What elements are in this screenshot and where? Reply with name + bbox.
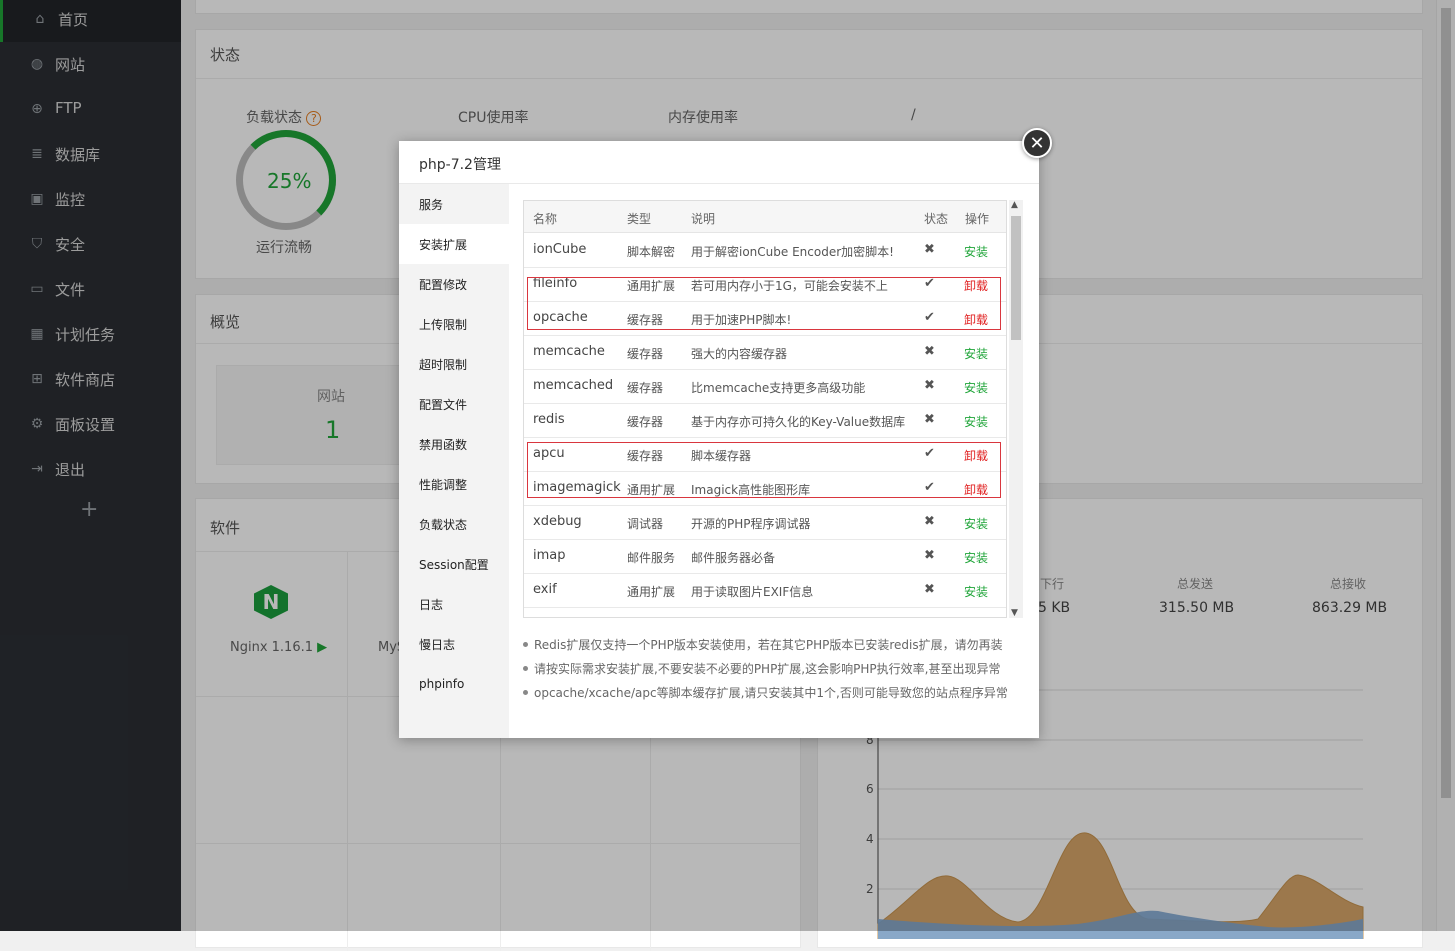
- ext-name: xdebug: [533, 514, 582, 529]
- header-type: 类型: [627, 212, 652, 226]
- note-item: 请按实际需求安装扩展,不要安装不必要的PHP扩展,这会影响PHP执行效率,甚至出…: [523, 660, 1000, 677]
- ext-type: 脚本解密: [627, 245, 676, 259]
- install-button[interactable]: 安装: [964, 583, 988, 600]
- ext-type: 通用扩展: [627, 585, 676, 599]
- menu-item-upload-limit[interactable]: 上传限制: [399, 304, 509, 344]
- menu-item-phpinfo[interactable]: phpinfo: [399, 664, 509, 704]
- cross-icon: ✖: [924, 378, 935, 393]
- menu-item-extensions[interactable]: 安装扩展: [399, 224, 509, 264]
- ext-name: exif: [533, 582, 557, 597]
- install-button[interactable]: 安装: [964, 515, 988, 532]
- menu-item-timeout-limit[interactable]: 超时限制: [399, 344, 509, 384]
- highlight-box: [527, 442, 1001, 498]
- menu-item-session[interactable]: Session配置: [399, 544, 509, 584]
- header-desc: 说明: [691, 212, 716, 226]
- bullet-icon: [523, 690, 528, 695]
- php-manager-modal: php-7.2管理 服务 安装扩展 配置修改 上传限制 超时限制 配置文件 禁用…: [399, 141, 1039, 738]
- table-row: ionCube 脚本解密 用于解密ionCube Encoder加密脚本! ✖ 安装: [524, 234, 1006, 268]
- header-status: 状态: [924, 212, 949, 226]
- ext-type: 缓存器: [627, 347, 664, 361]
- table-scrollbar[interactable]: ▲ ▼: [1009, 200, 1023, 618]
- install-button[interactable]: 安装: [964, 379, 988, 396]
- install-button[interactable]: 安装: [964, 413, 988, 430]
- install-button[interactable]: 安装: [964, 345, 988, 362]
- table-header: 名称 类型 说明 状态 操作: [524, 201, 1006, 233]
- close-button[interactable]: ✕: [1022, 128, 1052, 158]
- modal-menu: 服务 安装扩展 配置修改 上传限制 超时限制 配置文件 禁用函数 性能调整 负载…: [399, 184, 509, 738]
- ext-desc: 用于解密ionCube Encoder加密脚本!: [691, 245, 894, 259]
- ext-name: memcached: [533, 378, 614, 393]
- menu-item-service[interactable]: 服务: [399, 184, 509, 224]
- menu-item-disabled-functions[interactable]: 禁用函数: [399, 424, 509, 464]
- ext-type: 调试器: [627, 517, 664, 531]
- install-button[interactable]: 安装: [964, 243, 988, 260]
- menu-item-slow-log[interactable]: 慢日志: [399, 624, 509, 664]
- cross-icon: ✖: [924, 242, 935, 257]
- header-action: 操作: [965, 212, 990, 226]
- menu-item-log[interactable]: 日志: [399, 584, 509, 624]
- cross-icon: ✖: [924, 548, 935, 563]
- scrollbar-thumb[interactable]: [1011, 216, 1021, 340]
- cross-icon: ✖: [924, 412, 935, 427]
- install-button[interactable]: 安装: [964, 549, 988, 566]
- menu-item-load-status[interactable]: 负载状态: [399, 504, 509, 544]
- chevron-up-icon[interactable]: ▲: [1011, 200, 1018, 210]
- modal-title: php-7.2管理: [419, 157, 501, 173]
- cross-icon: ✖: [924, 582, 935, 597]
- ext-desc: 开源的PHP程序调试器: [691, 517, 811, 531]
- menu-item-config-file[interactable]: 配置文件: [399, 384, 509, 424]
- note-item: opcache/xcache/apc等脚本缓存扩展,请只安装其中1个,否则可能导…: [523, 684, 1008, 701]
- ext-type: 邮件服务: [627, 551, 676, 565]
- menu-item-performance[interactable]: 性能调整: [399, 464, 509, 504]
- table-row: imap 邮件服务 邮件服务器必备 ✖ 安装: [524, 540, 1006, 574]
- header-name: 名称: [533, 212, 558, 226]
- highlight-box: [527, 277, 1001, 330]
- ext-name: memcache: [533, 344, 605, 359]
- ext-name: imap: [533, 548, 566, 563]
- table-row: xdebug 调试器 开源的PHP程序调试器 ✖ 安装: [524, 506, 1006, 540]
- cross-icon: ✖: [924, 514, 935, 529]
- ext-desc: 用于读取图片EXIF信息: [691, 585, 814, 599]
- menu-item-config-edit[interactable]: 配置修改: [399, 264, 509, 304]
- chevron-down-icon[interactable]: ▼: [1011, 608, 1018, 618]
- ext-type: 缓存器: [627, 381, 664, 395]
- table-row: memcached 缓存器 比memcache支持更多高级功能 ✖ 安装: [524, 370, 1006, 404]
- extensions-table: 名称 类型 说明 状态 操作 ionCube 脚本解密 用于解密ionCube En…: [523, 200, 1007, 618]
- table-row: memcache 缓存器 强大的内容缓存器 ✖ 安装: [524, 336, 1006, 370]
- ext-name: redis: [533, 412, 565, 427]
- ext-desc: 邮件服务器必备: [691, 551, 776, 565]
- ext-type: 缓存器: [627, 415, 664, 429]
- note-item: Redis扩展仅支持一个PHP版本安装使用，若在其它PHP版本已安装redis扩…: [523, 636, 1003, 653]
- bullet-icon: [523, 666, 528, 671]
- bullet-icon: [523, 642, 528, 647]
- ext-desc: 基于内存亦可持久化的Key-Value数据库: [691, 415, 906, 429]
- ext-name: ionCube: [533, 242, 587, 257]
- table-row: redis 缓存器 基于内存亦可持久化的Key-Value数据库 ✖ 安装: [524, 404, 1006, 438]
- cross-icon: ✖: [924, 344, 935, 359]
- ext-desc: 强大的内容缓存器: [691, 347, 788, 361]
- table-row: exif 通用扩展 用于读取图片EXIF信息 ✖ 安装: [524, 574, 1006, 608]
- ext-desc: 比memcache支持更多高级功能: [691, 381, 866, 395]
